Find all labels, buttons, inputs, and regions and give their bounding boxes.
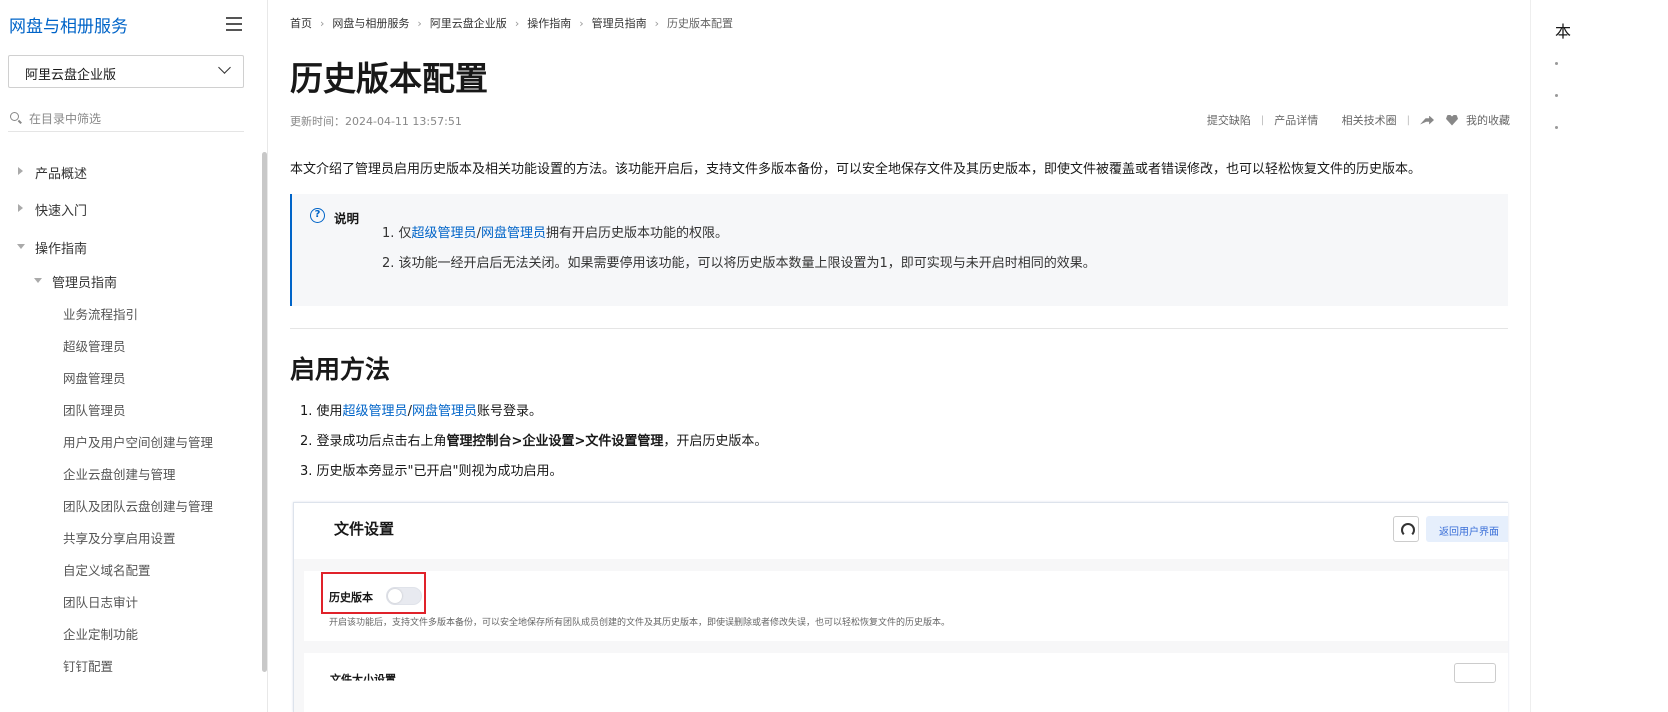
- caret-right-icon: [18, 204, 23, 212]
- chevron-right-icon: ›: [654, 17, 660, 30]
- step-2: 2. 登录成功后点击右上角管理控制台>企业设置>文件设置管理，开启历史版本。: [300, 430, 767, 449]
- report-bug-link[interactable]: 提交缺陷: [1207, 112, 1251, 128]
- note-text: 1. 仅: [382, 226, 412, 241]
- sidebar: 网盘与相册服务 阿里云盘企业版 在目录中筛选 产品概述 快速入门 操作指南 管理…: [0, 0, 268, 712]
- settings-card: [304, 653, 1508, 712]
- chevron-down-icon: [218, 61, 231, 74]
- history-version-label: 历史版本: [329, 591, 373, 604]
- super-admin-link[interactable]: 超级管理员: [343, 404, 408, 419]
- section-title: 启用方法: [290, 355, 391, 384]
- sidebar-item-product-overview[interactable]: 产品概述: [18, 163, 88, 182]
- screenshot-title: 文件设置: [334, 520, 395, 538]
- caret-right-icon: [18, 167, 23, 175]
- back-to-user-button: 返回用户界面: [1426, 516, 1508, 542]
- super-admin-link[interactable]: 超级管理员: [412, 226, 477, 241]
- chevron-right-icon: ›: [417, 17, 422, 30]
- step-1: 1. 使用超级管理员/网盘管理员账号登录。: [300, 400, 542, 419]
- sidebar-item-team-audit[interactable]: 团队日志审计: [63, 592, 138, 611]
- drive-admin-link[interactable]: 网盘管理员: [412, 404, 477, 419]
- sidebar-item-team-admin[interactable]: 团队管理员: [63, 400, 126, 419]
- step-text: 2. 登录成功后点击右上角: [300, 434, 447, 449]
- toc-filter-placeholder: 在目录中筛选: [29, 112, 102, 126]
- search-icon: [10, 112, 19, 121]
- sidebar-item-workflow[interactable]: 业务流程指引: [63, 304, 138, 323]
- breadcrumb-home[interactable]: 首页: [290, 17, 312, 30]
- caret-down-icon: [17, 244, 25, 249]
- sidebar-item-team-drive[interactable]: 团队及团队云盘创建与管理: [63, 496, 213, 515]
- sidebar-item-dingtalk[interactable]: 钉钉配置: [63, 656, 113, 675]
- heart-icon[interactable]: [1446, 114, 1458, 126]
- chevron-right-icon: ›: [579, 17, 584, 30]
- help-circle-icon: ?: [310, 208, 325, 223]
- favorites-link[interactable]: 我的收藏: [1466, 112, 1510, 128]
- step-path: 管理控制台>企业设置>文件设置管理: [446, 434, 664, 449]
- product-detail-link[interactable]: 产品详情: [1274, 112, 1318, 128]
- note-title: 说明: [334, 211, 360, 226]
- step-text: 1. 使用: [300, 404, 343, 419]
- step-3: 3. 历史版本旁显示"已开启"则视为成功启用。: [300, 464, 563, 479]
- breadcrumb-current: 历史版本配置: [667, 17, 734, 30]
- embedded-screenshot: 文件设置 返回用户界面 历史版本 开启该功能后，支持文件多版本备份，可以安全地保…: [293, 502, 1508, 712]
- share-icon[interactable]: [1420, 115, 1434, 125]
- sidebar-item-label: 快速入门: [35, 204, 88, 219]
- updated-time: 更新时间：2024-04-11 13:57:51: [290, 115, 462, 128]
- sidebar-scrollbar[interactable]: [262, 152, 267, 672]
- sidebar-item-enterprise-drive[interactable]: 企业云盘创建与管理: [63, 464, 176, 483]
- note-item-2: 2. 该功能一经开启后无法关闭。如果需要停用该功能，可以将历史版本数量上限设置为…: [382, 256, 1096, 271]
- history-version-toggle: [386, 587, 422, 605]
- sidebar-title[interactable]: 网盘与相册服务: [9, 12, 128, 37]
- sidebar-item-super-admin[interactable]: 超级管理员: [63, 336, 126, 355]
- chevron-right-icon: ›: [320, 17, 325, 30]
- chevron-right-icon: ›: [514, 17, 520, 30]
- divider: |: [1406, 114, 1410, 126]
- note-text: 拥有开启历史版本功能的权限。: [545, 226, 728, 241]
- sidebar-item-admin-guide[interactable]: 管理员指南: [34, 272, 118, 291]
- menu-icon[interactable]: [226, 17, 242, 31]
- step-text: ，开启历史版本。: [663, 434, 768, 449]
- sidebar-item-label: 操作指南: [35, 242, 88, 257]
- input-box: [1454, 663, 1496, 683]
- toc-bullet[interactable]: [1555, 62, 1558, 65]
- sidebar-item-custom-features[interactable]: 企业定制功能: [63, 624, 138, 643]
- step-text: 账号登录。: [476, 404, 542, 419]
- caret-down-icon: [34, 278, 42, 283]
- page-toc: 本: [1530, 0, 1668, 712]
- breadcrumb-admin-guide[interactable]: 管理员指南: [592, 17, 647, 30]
- note-item-1: 1. 仅超级管理员/网盘管理员拥有开启历史版本功能的权限。: [382, 222, 728, 241]
- note-box: ? 说明 1. 仅超级管理员/网盘管理员拥有开启历史版本功能的权限。 2. 该功…: [290, 194, 1508, 306]
- page-title: 历史版本配置: [290, 59, 488, 98]
- toc-bullet[interactable]: [1555, 94, 1558, 97]
- tech-circle-link[interactable]: 相关技术圈: [1342, 112, 1397, 128]
- sidebar-item-operation-guide[interactable]: 操作指南: [17, 238, 88, 257]
- sidebar-item-label: 管理员指南: [52, 276, 118, 291]
- breadcrumb-guide[interactable]: 操作指南: [527, 17, 571, 30]
- breadcrumb-service[interactable]: 网盘与相册服务: [332, 17, 409, 30]
- sidebar-item-label: 产品概述: [35, 167, 88, 182]
- sidebar-item-custom-domain[interactable]: 自定义域名配置: [63, 560, 151, 579]
- doc-actions: 提交缺陷 | 产品详情 | 相关技术圈 | 我的收藏: [1207, 112, 1510, 128]
- breadcrumb: 首页 › 网盘与相册服务 › 阿里云盘企业版 › 操作指南 › 管理员指南 › 历史版本配置: [290, 15, 733, 31]
- breadcrumb-product[interactable]: 阿里云盘企业版: [430, 17, 507, 30]
- sidebar-item-user-space[interactable]: 用户及用户空间创建与管理: [63, 432, 213, 451]
- product-select-value: 阿里云盘企业版: [25, 68, 117, 83]
- history-version-desc: 开启该功能后，支持文件多版本备份，可以安全地保存所有团队成员创建的文件及其历史版…: [329, 618, 951, 628]
- toc-bullet[interactable]: [1555, 126, 1558, 129]
- drive-admin-link[interactable]: 网盘管理员: [481, 226, 546, 241]
- settings-card: [304, 571, 1508, 641]
- headset-icon: [1393, 516, 1419, 542]
- intro-paragraph: 本文介绍了管理员启用历史版本及相关功能设置的方法。该功能开启后，支持文件多版本备…: [290, 162, 1422, 177]
- sidebar-item-quick-start[interactable]: 快速入门: [18, 200, 88, 219]
- sidebar-item-drive-admin[interactable]: 网盘管理员: [63, 368, 126, 387]
- product-select[interactable]: 阿里云盘企业版: [8, 55, 244, 88]
- divider: |: [1260, 114, 1265, 126]
- toc-filter-input[interactable]: 在目录中筛选: [8, 104, 244, 132]
- divider: [290, 328, 1508, 329]
- screenshot-header: 文件设置 返回用户界面: [294, 503, 1508, 559]
- toc-title: 本: [1555, 22, 1572, 41]
- sidebar-item-sharing[interactable]: 共享及分享启用设置: [63, 528, 176, 547]
